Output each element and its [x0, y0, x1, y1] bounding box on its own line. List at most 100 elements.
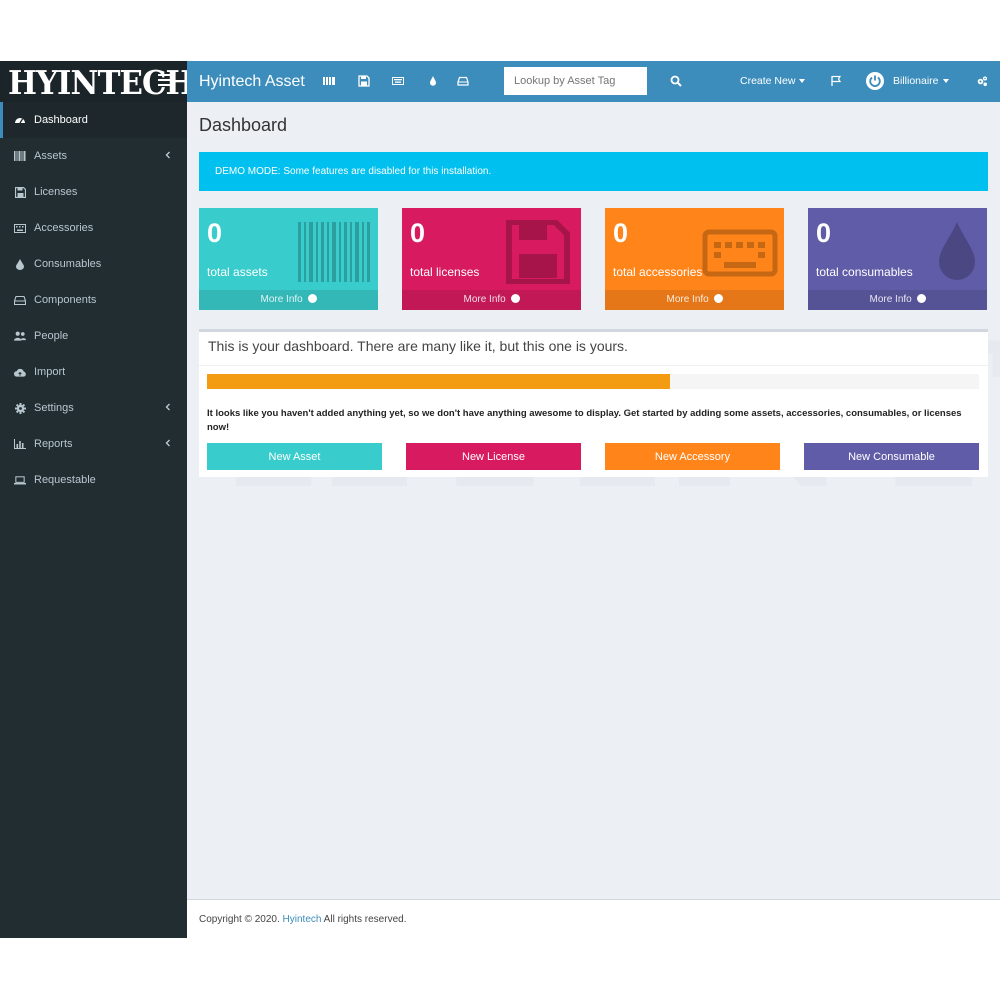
- company-link[interactable]: Hyintech: [283, 914, 322, 925]
- hdd-icon[interactable]: [457, 75, 469, 87]
- asset-tag-search-input[interactable]: [504, 67, 647, 95]
- floppy-icon: [506, 220, 570, 284]
- barcode-icon[interactable]: [323, 75, 335, 87]
- more-info-link[interactable]: More Info: [808, 290, 987, 310]
- copyright-text: Copyright © 2020.: [199, 914, 280, 925]
- caret-down-icon: [942, 79, 949, 84]
- page-title: Dashboard: [199, 115, 288, 135]
- stat-label: total assets: [207, 265, 268, 279]
- stat-count: 0: [816, 218, 832, 248]
- sidebar-item-label: Requestable: [34, 474, 96, 486]
- new-license-button[interactable]: New License: [406, 443, 581, 470]
- cloud-upload-icon: [14, 366, 26, 378]
- keyboard-icon: [14, 222, 26, 234]
- sidebar-item-reports[interactable]: Reports: [0, 426, 187, 462]
- flag-icon[interactable]: [830, 75, 842, 87]
- sidebar-item-dashboard[interactable]: Dashboard: [0, 102, 187, 138]
- stat-count: 0: [410, 218, 426, 248]
- welcome-panel: This is your dashboard. There are many l…: [199, 329, 988, 477]
- search-button[interactable]: [662, 67, 690, 95]
- divider: [199, 365, 988, 366]
- search-icon: [670, 75, 682, 87]
- logo-bar: HYINTECH: [0, 61, 194, 102]
- arrow-circle-right-icon: [713, 293, 723, 303]
- more-info-link[interactable]: More Info: [199, 290, 378, 310]
- user-avatar-power-icon[interactable]: [866, 72, 884, 90]
- arrow-circle-right-icon: [307, 293, 317, 303]
- progress-fill: [207, 374, 671, 389]
- footer: Copyright © 2020. Hyintech All rights re…: [187, 899, 1000, 938]
- arrow-circle-right-icon: [510, 293, 520, 303]
- users-icon: [14, 330, 26, 342]
- keyboard-icon[interactable]: [392, 75, 404, 87]
- create-new-dropdown[interactable]: Create New: [740, 61, 806, 102]
- app-title[interactable]: Hyintech Asset: [199, 61, 305, 102]
- hdd-icon: [14, 294, 26, 306]
- more-info-label: More Info: [260, 294, 303, 305]
- sidebar-item-licenses[interactable]: Licenses: [0, 174, 187, 210]
- user-menu-dropdown[interactable]: Billionaire: [893, 61, 949, 102]
- stat-label: total consumables: [816, 265, 913, 279]
- menu-toggle-icon[interactable]: [158, 74, 172, 88]
- cog-icon: [14, 402, 26, 414]
- bar-chart-icon: [14, 438, 26, 450]
- sidebar-item-label: People: [34, 330, 69, 342]
- new-asset-button[interactable]: New Asset: [207, 443, 382, 470]
- rights-text: All rights reserved.: [323, 914, 407, 925]
- sidebar-item-label: Components: [34, 294, 97, 306]
- more-info-link[interactable]: More Info: [402, 290, 581, 310]
- empty-state-message: It looks like you haven't added anything…: [207, 408, 962, 433]
- more-info-label: More Info: [463, 294, 506, 305]
- sidebar: HYINTECH Dashboard Assets Licenses Acces…: [0, 61, 194, 938]
- sidebar-item-import[interactable]: Import: [0, 354, 187, 390]
- barcode-icon: [298, 222, 370, 282]
- tint-icon[interactable]: [427, 75, 439, 87]
- top-navbar: Hyintech Asset Create New Billionaire: [187, 61, 1000, 102]
- sidebar-item-label: Assets: [34, 150, 68, 162]
- floppy-icon[interactable]: [358, 75, 370, 87]
- main-content: HYINTECH Dashboard DEMO MODE: Some featu…: [187, 102, 1000, 899]
- caret-down-icon: [799, 79, 806, 84]
- new-accessory-button[interactable]: New Accessory: [605, 443, 780, 470]
- stat-box-assets: 0 total assets More Info: [199, 208, 378, 310]
- chevron-left-icon: [165, 439, 170, 447]
- sidebar-item-requestable[interactable]: Requestable: [0, 462, 187, 498]
- sidebar-item-components[interactable]: Components: [0, 282, 187, 318]
- cogs-icon[interactable]: [976, 75, 988, 87]
- sidebar-item-label: Consumables: [34, 258, 102, 270]
- stat-count: 0: [613, 218, 629, 248]
- more-info-label: More Info: [869, 294, 912, 305]
- stat-label: total licenses: [410, 265, 480, 279]
- sidebar-item-assets[interactable]: Assets: [0, 138, 187, 174]
- sidebar-item-settings[interactable]: Settings: [0, 390, 187, 426]
- panel-title: This is your dashboard. There are many l…: [208, 338, 628, 354]
- sidebar-item-consumables[interactable]: Consumables: [0, 246, 187, 282]
- sidebar-item-label: Import: [34, 366, 66, 378]
- laptop-icon: [14, 474, 26, 486]
- create-new-label: Create New: [740, 75, 796, 87]
- tint-icon: [14, 258, 26, 270]
- new-consumable-button[interactable]: New Consumable: [804, 443, 979, 470]
- barcode-icon: [14, 150, 26, 162]
- stat-label: total accessories: [613, 265, 703, 279]
- sidebar-item-people[interactable]: People: [0, 318, 187, 354]
- stat-box-consumables: 0 total consumables More Info: [808, 208, 987, 310]
- sidebar-item-label: Settings: [34, 402, 74, 414]
- floppy-icon: [14, 186, 26, 198]
- stat-box-licenses: 0 total licenses More Info: [402, 208, 581, 310]
- demo-mode-alert: DEMO MODE: Some features are disabled fo…: [199, 152, 988, 191]
- sidebar-item-label: Licenses: [34, 186, 78, 198]
- dashboard-icon: [14, 114, 26, 126]
- sidebar-item-label: Dashboard: [34, 114, 88, 126]
- tint-icon: [939, 222, 975, 280]
- more-info-link[interactable]: More Info: [605, 290, 784, 310]
- more-info-label: More Info: [666, 294, 709, 305]
- arrow-circle-right-icon: [916, 293, 926, 303]
- sidebar-item-label: Accessories: [34, 222, 94, 234]
- app-shell: HYINTECH Dashboard Assets Licenses Acces…: [0, 61, 1000, 938]
- stat-box-accessories: 0 total accessories More Info: [605, 208, 784, 310]
- progress-bar: [207, 374, 979, 389]
- sidebar-item-accessories[interactable]: Accessories: [0, 210, 187, 246]
- chevron-left-icon: [165, 403, 170, 411]
- chevron-left-icon: [165, 151, 170, 159]
